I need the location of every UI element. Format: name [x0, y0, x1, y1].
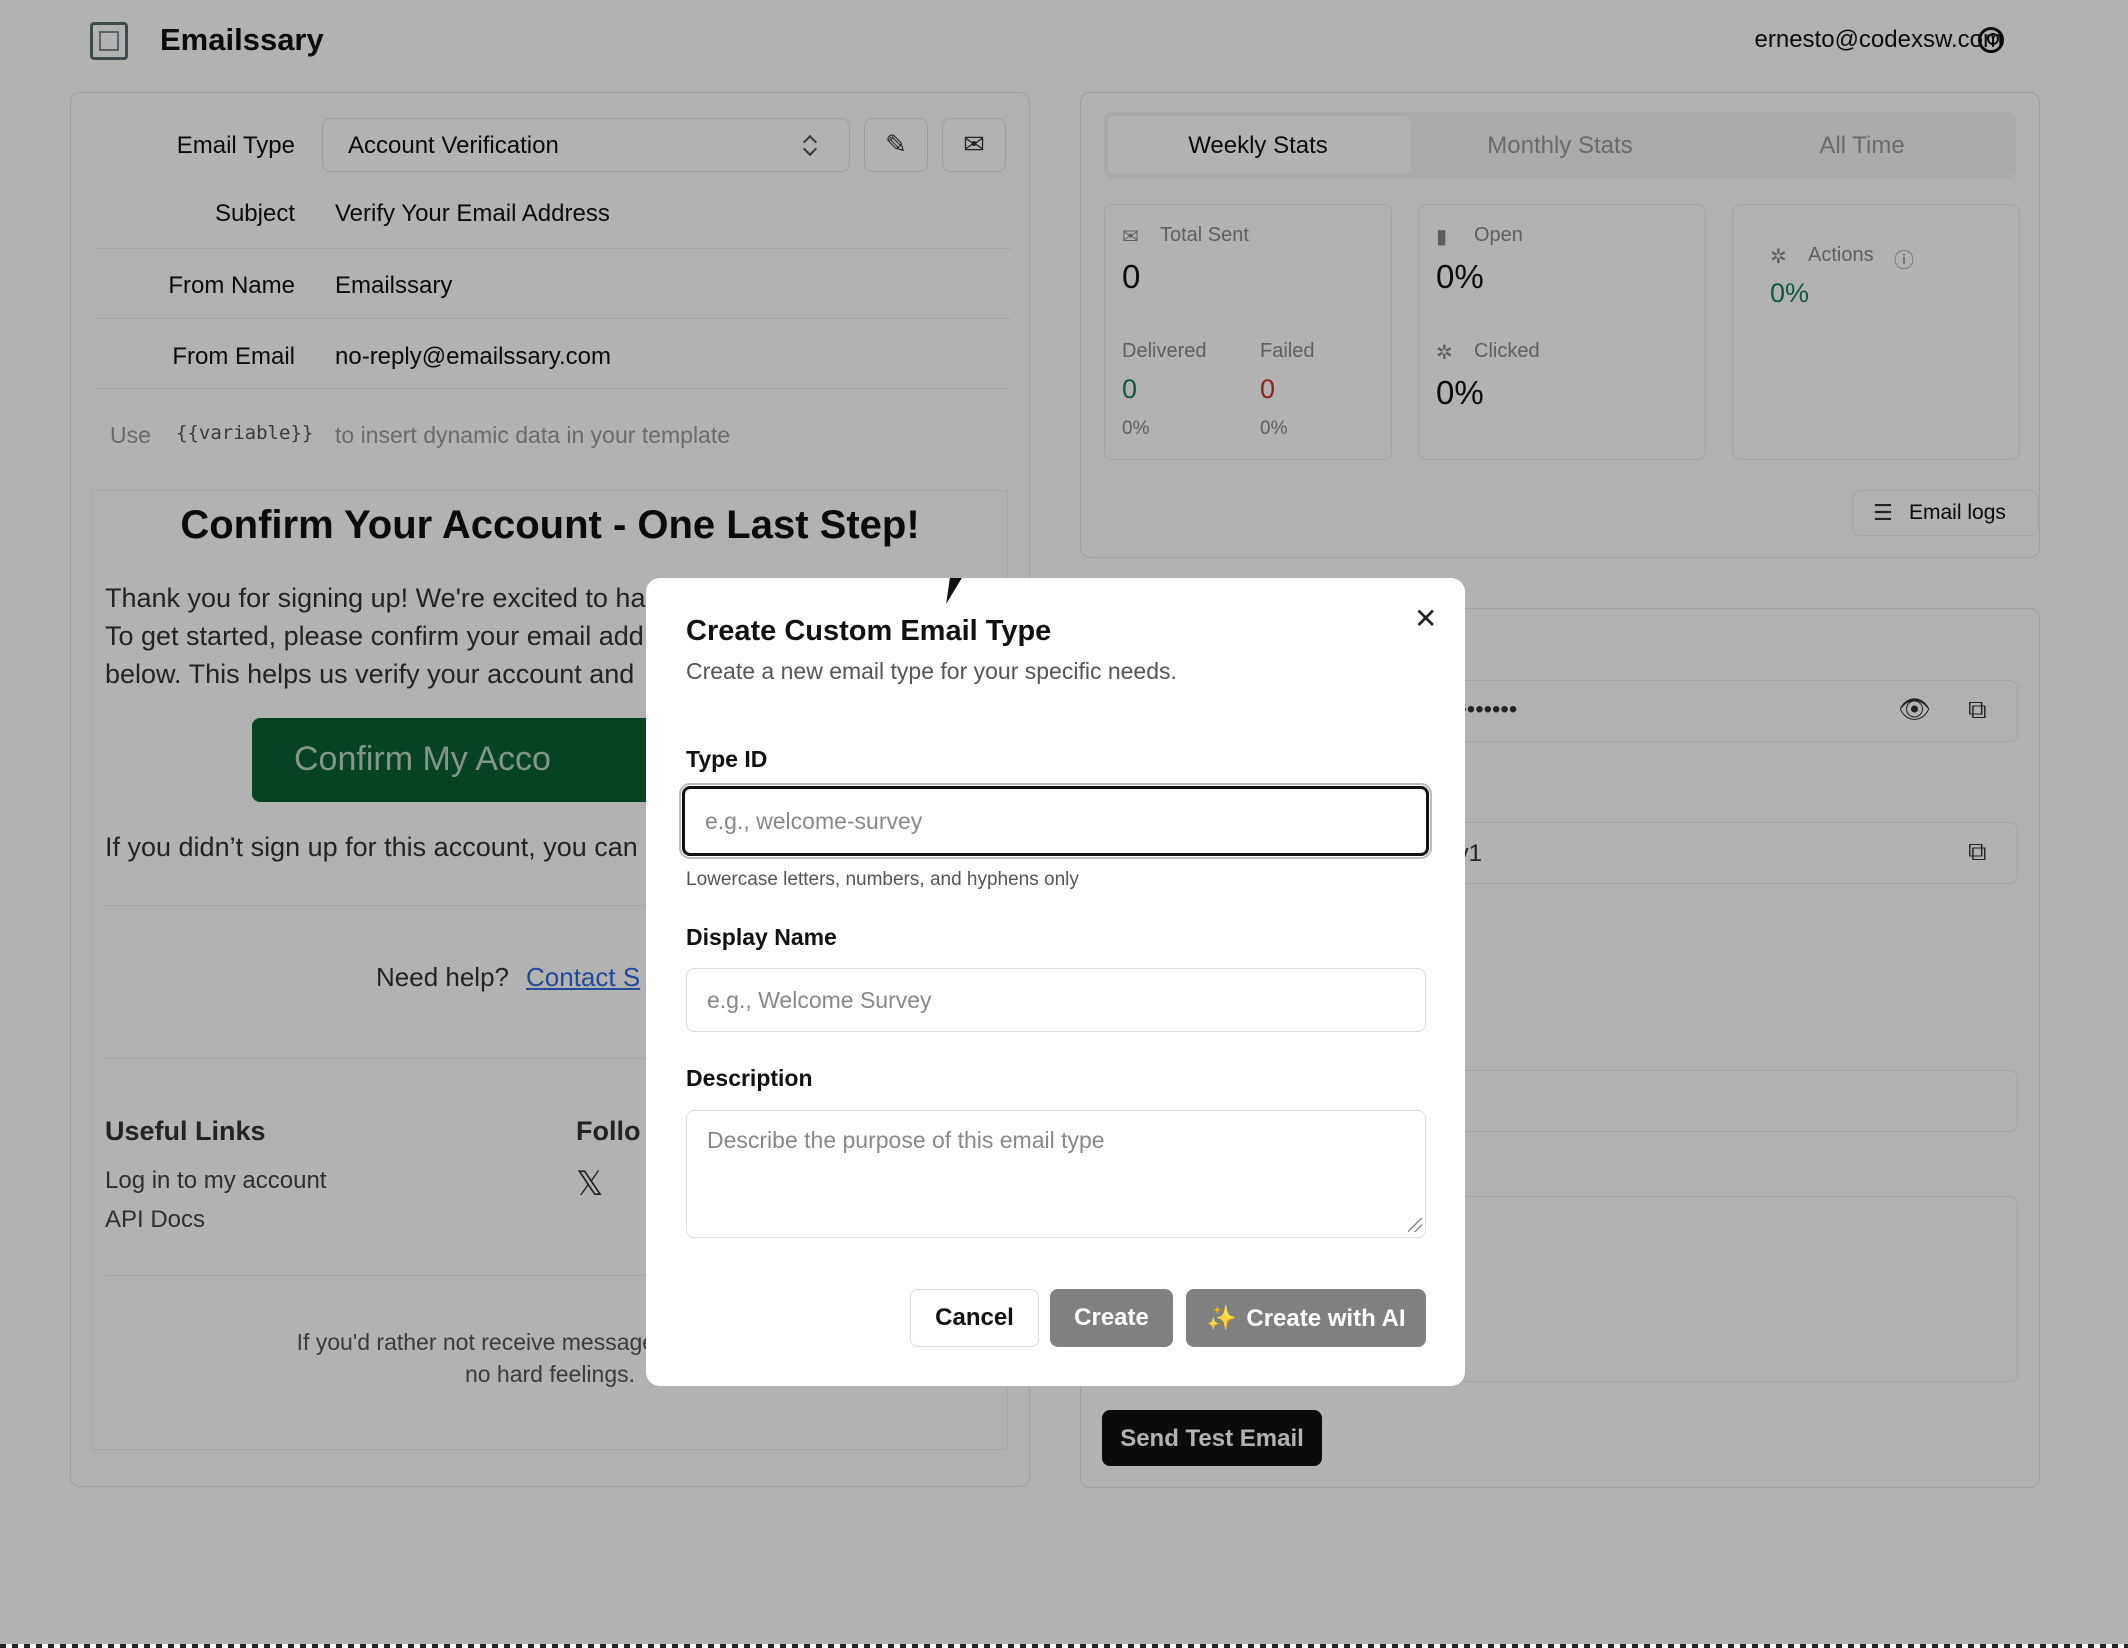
type-id-input[interactable]: [679, 783, 1432, 859]
create-button[interactable]: Create: [1050, 1289, 1173, 1347]
description-textarea[interactable]: [686, 1110, 1426, 1238]
display-name-input[interactable]: [686, 968, 1426, 1032]
display-name-label: Display Name: [686, 924, 837, 950]
description-label: Description: [686, 1065, 813, 1091]
dialog-subtitle: Create a new email type for your specifi…: [686, 658, 1177, 684]
create-with-ai-button[interactable]: ✨ Create with AI: [1186, 1289, 1426, 1347]
type-id-label: Type ID: [686, 746, 768, 772]
close-icon[interactable]: ✕: [1414, 602, 1437, 635]
page-bottom-border: [0, 1644, 2128, 1648]
type-id-hint: Lowercase letters, numbers, and hyphens …: [686, 869, 1079, 890]
magic-wand-icon: ✨: [1206, 1304, 1237, 1332]
resize-grip-icon[interactable]: [1408, 1218, 1422, 1232]
create-with-ai-label: Create with AI: [1246, 1304, 1406, 1332]
cancel-button[interactable]: Cancel: [910, 1289, 1039, 1347]
dialog-title: Create Custom Email Type: [686, 615, 1052, 647]
